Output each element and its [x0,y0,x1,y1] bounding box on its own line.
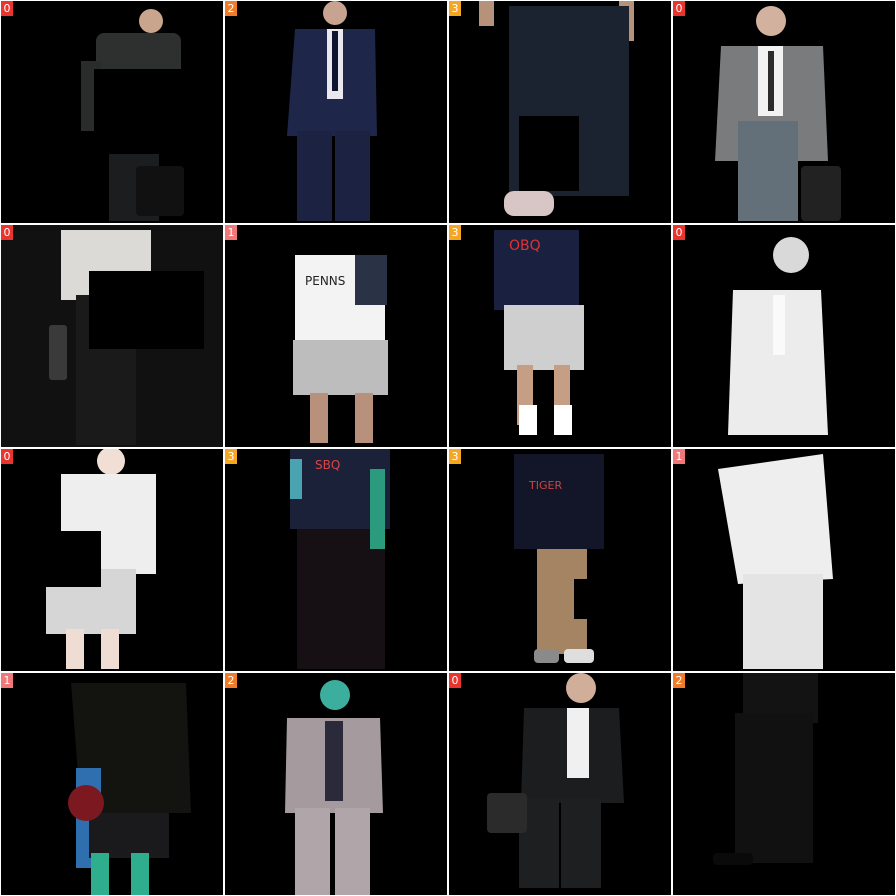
grid-tile[interactable]: 2 [225,1,447,223]
label-badge: 0 [1,225,13,240]
grid-tile[interactable]: 0 [1,1,223,223]
label-badge: 1 [673,449,685,464]
person-image [81,9,189,221]
person-image [46,449,156,669]
label-badge: 2 [673,673,685,688]
person-image [728,237,828,435]
person-image [1,225,223,447]
label-badge: 0 [1,1,13,16]
label-badge: 3 [449,225,461,240]
person-image: SBQ [290,449,390,669]
person-image [715,6,841,221]
label-badge: 1 [225,225,237,240]
label-badge: 3 [225,449,237,464]
grid-tile[interactable]: 2 [225,673,447,895]
person-image: TIGER [514,454,604,663]
person-image: OBQ [494,230,584,435]
grid-tile[interactable]: 1 PENNS [225,225,447,447]
label-badge: 0 [673,225,685,240]
svg-text:PENNS: PENNS [305,274,345,288]
svg-text:TIGER: TIGER [528,479,562,492]
grid-tile[interactable]: 0 [449,673,671,895]
person-image [718,454,833,669]
label-badge: 0 [449,673,461,688]
person-image [68,683,191,895]
label-badge: 2 [225,1,237,16]
label-badge: 2 [225,673,237,688]
grid-tile[interactable]: 3 TIGER [449,449,671,671]
grid-tile[interactable]: 0 [1,449,223,671]
label-badge: 0 [673,1,685,16]
grid-tile[interactable]: 3 OBQ [449,225,671,447]
label-badge: 3 [449,449,461,464]
grid-tile[interactable]: 1 [673,449,895,671]
label-badge: 1 [1,673,13,688]
person-image [285,680,383,895]
person-image [287,1,377,221]
label-badge: 3 [449,1,461,16]
grid-tile[interactable]: 3 SBQ [225,449,447,671]
label-badge: 0 [1,449,13,464]
person-image [479,1,634,216]
image-grid: 0 2 3 0 0 1 PENNS 3 OBQ 0 0 3 SBQ 3 TIGE… [0,0,896,896]
grid-tile[interactable]: 2 [673,673,895,895]
grid-tile[interactable]: 0 [673,225,895,447]
person-image: PENNS [293,255,388,443]
grid-tile[interactable]: 3 [449,1,671,223]
svg-text:OBQ: OBQ [509,238,541,254]
person-image [713,673,818,865]
grid-tile[interactable]: 0 [673,1,895,223]
svg-text:SBQ: SBQ [315,458,340,472]
person-image [487,673,624,888]
grid-tile[interactable]: 1 [1,673,223,895]
grid-tile[interactable]: 0 [1,225,223,447]
